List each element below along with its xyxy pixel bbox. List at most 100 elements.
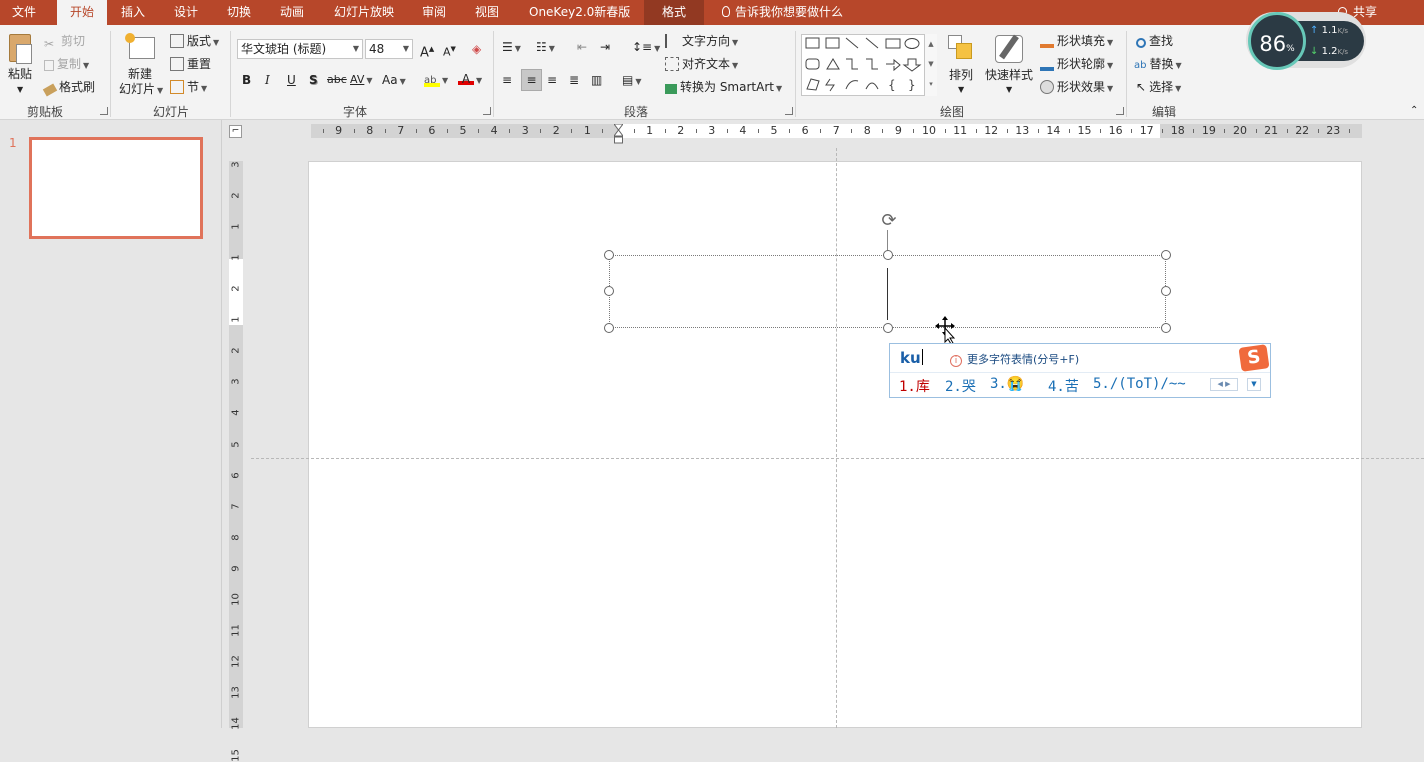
cut-button[interactable]: ✂ 剪切 xyxy=(44,33,85,51)
resize-handle[interactable] xyxy=(883,323,893,333)
collapse-ribbon-icon[interactable]: ⌃ xyxy=(1410,103,1418,119)
indent-marker-icon[interactable] xyxy=(613,123,624,144)
resize-handle[interactable] xyxy=(604,250,614,260)
font-size-combo[interactable]: 48 ▼ xyxy=(365,39,413,59)
shape-effects-button[interactable]: 形状效果 ▼ xyxy=(1040,79,1113,97)
reset-button[interactable]: 重置 xyxy=(170,56,211,72)
quick-styles-icon[interactable] xyxy=(995,34,1023,63)
text-direction-button[interactable]: 文字方向 ▼ xyxy=(665,33,738,51)
ime-candidate-5[interactable]: 5./(ToT)/~~ xyxy=(1093,376,1186,392)
clear-formatting-icon[interactable]: ◈ xyxy=(472,41,481,57)
grow-font-icon[interactable]: A▲ xyxy=(420,41,434,61)
quick-styles-dropdown-icon[interactable]: ▼ xyxy=(1006,82,1012,98)
drawing-launcher-icon[interactable] xyxy=(1116,107,1124,115)
slide-canvas[interactable] xyxy=(308,161,1362,728)
align-text-button[interactable]: 对齐文本 ▼ xyxy=(665,56,738,74)
tab-file[interactable]: 文件 xyxy=(6,0,42,25)
arrange-dropdown-icon[interactable]: ▼ xyxy=(958,82,964,98)
resize-handle[interactable] xyxy=(604,286,614,296)
arrange-button[interactable]: 排列 xyxy=(949,67,973,83)
bold-button[interactable]: B xyxy=(242,72,251,88)
numbering-button[interactable]: ☷ ▼ xyxy=(536,39,555,57)
decrease-indent-icon[interactable]: ⇤ xyxy=(577,39,587,55)
shape-fill-button[interactable]: 形状填充 ▼ xyxy=(1040,33,1113,51)
paragraph-launcher-icon[interactable] xyxy=(785,107,793,115)
slide-thumbnail[interactable] xyxy=(29,137,203,239)
paste-button[interactable] xyxy=(7,34,35,66)
tab-insert[interactable]: 插入 xyxy=(115,0,151,25)
columns-button[interactable]: ▤ ▼ xyxy=(622,72,642,90)
ime-page-arrows-icon[interactable]: ◀ ▶ xyxy=(1210,378,1238,391)
shrink-font-icon[interactable]: A▼ xyxy=(443,41,456,61)
shape-outline-button[interactable]: 形状轮廓 ▼ xyxy=(1040,56,1113,74)
underline-button[interactable]: U xyxy=(287,72,296,88)
italic-button[interactable]: I xyxy=(265,72,270,88)
align-right-icon[interactable]: ≡ xyxy=(547,72,557,88)
arrange-icon[interactable] xyxy=(948,35,974,63)
tab-home[interactable]: 开始 xyxy=(57,0,107,25)
copy-button[interactable]: 复制 ▼ xyxy=(44,56,89,74)
paste-label[interactable]: 粘贴 xyxy=(8,66,32,82)
shapes-gallery-scroll[interactable]: ▲ ▼ ▾ xyxy=(924,34,937,96)
shadow-button[interactable]: S xyxy=(309,72,318,88)
resize-handle[interactable] xyxy=(1161,250,1171,260)
ime-candidate-4[interactable]: 4.苦 xyxy=(1048,376,1079,396)
move-cursor-icon xyxy=(935,316,957,345)
strikethrough-button[interactable]: abc xyxy=(327,72,347,88)
new-slide-button[interactable]: 幻灯片 ▼ xyxy=(119,81,163,99)
font-color-button[interactable]: A ▼ xyxy=(458,71,482,89)
align-center-icon[interactable]: ≡ xyxy=(521,69,542,91)
increase-indent-icon[interactable]: ⇥ xyxy=(600,39,610,55)
font-launcher-icon[interactable] xyxy=(483,107,491,115)
justify-icon[interactable]: ≣ xyxy=(569,72,579,88)
paste-dropdown-icon[interactable]: ▼ xyxy=(17,82,23,98)
highlight-button[interactable]: ab ▼ xyxy=(424,71,448,89)
network-speed-widget[interactable]: 86% ↑ 1.1K/s ↓ 1.2K/s xyxy=(1240,8,1370,72)
new-slide-icon[interactable] xyxy=(125,33,155,63)
change-case-button[interactable]: Aa ▼ xyxy=(382,72,406,90)
tab-onekey[interactable]: OneKey2.0新春版 xyxy=(523,0,636,25)
resize-handle[interactable] xyxy=(604,323,614,333)
tab-animations[interactable]: 动画 xyxy=(274,0,310,25)
quick-styles-button[interactable]: 快速样式 xyxy=(985,67,1033,83)
sogou-logo-icon[interactable]: S xyxy=(1238,344,1270,372)
tab-format[interactable]: 格式 xyxy=(644,0,704,25)
horizontal-ruler-labels: 9 8 7 6 5 4 3 2 1 1 2 3 4 5 6 7 8 9 10 11 12 13 14 15 16 17 18 19 20… xyxy=(0,124,1424,138)
shapes-gallery[interactable]: {} xyxy=(801,34,937,96)
resize-handle[interactable] xyxy=(1161,286,1171,296)
font-group-label: 字体 xyxy=(343,105,368,119)
replace-button[interactable]: ab 替换 ▼ xyxy=(1134,56,1182,74)
char-spacing-button[interactable]: AV ▼ xyxy=(350,72,373,89)
tab-view[interactable]: 视图 xyxy=(469,0,505,25)
smartart-button[interactable]: 转换为 SmartArt ▼ xyxy=(665,79,782,97)
smartart-icon xyxy=(665,84,677,94)
select-button[interactable]: ↖ 选择 ▼ xyxy=(1136,79,1181,97)
align-left-icon[interactable]: ≡ xyxy=(502,72,512,88)
resize-handle[interactable] xyxy=(1161,323,1171,333)
rotate-handle-icon[interactable]: ⟳ xyxy=(878,210,900,232)
ime-hint[interactable]: i 更多字符表情(分号+F) xyxy=(950,351,1079,367)
ime-candidate-1[interactable]: 1.库 xyxy=(899,376,930,396)
tell-me-search[interactable]: 告诉我你想要做什么 xyxy=(716,0,849,25)
distributed-icon[interactable]: ▥ xyxy=(591,72,602,88)
ime-candidate-2[interactable]: 2.哭 xyxy=(945,376,976,396)
chevron-down-icon: ▼ xyxy=(352,44,359,53)
section-button[interactable]: 节 ▼ xyxy=(170,79,207,97)
ime-candidate-3[interactable]: 3.😭 xyxy=(990,376,1024,392)
layout-icon xyxy=(170,34,184,48)
layout-button[interactable]: 版式 ▼ xyxy=(170,33,219,51)
tab-review[interactable]: 审阅 xyxy=(416,0,452,25)
clipboard-launcher-icon[interactable] xyxy=(100,107,108,115)
bullets-button[interactable]: ☰ ▼ xyxy=(502,39,521,57)
find-button[interactable]: 查找 xyxy=(1136,33,1173,49)
format-painter-button[interactable]: 格式刷 xyxy=(42,79,95,97)
line-spacing-button[interactable]: ↕≡ ▼ xyxy=(632,39,660,57)
align-text-label: 对齐文本 xyxy=(682,57,731,71)
resize-handle[interactable] xyxy=(883,250,893,260)
tab-design[interactable]: 设计 xyxy=(168,0,204,25)
ime-expand-icon[interactable]: ▼ xyxy=(1247,378,1261,391)
tab-slideshow[interactable]: 幻灯片放映 xyxy=(328,0,400,25)
font-name-combo[interactable]: 华文琥珀 (标题) ▼ xyxy=(237,39,363,59)
tab-transitions[interactable]: 切换 xyxy=(221,0,257,25)
new-slide-label-1[interactable]: 新建 xyxy=(128,66,152,82)
